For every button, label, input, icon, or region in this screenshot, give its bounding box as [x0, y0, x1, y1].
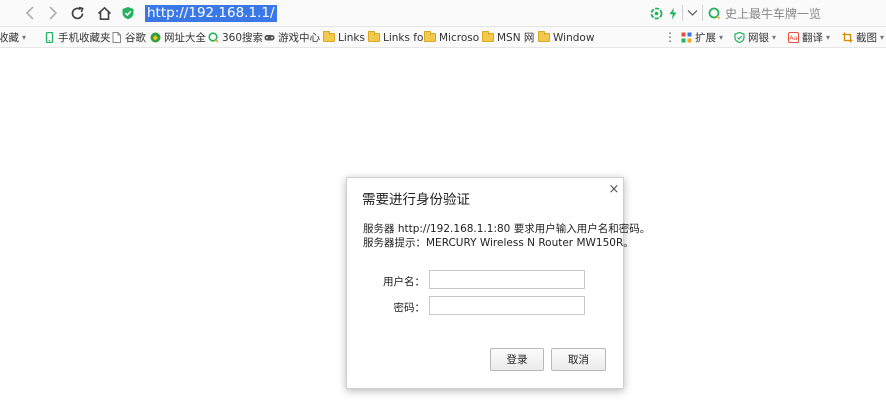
so-search-icon: [708, 7, 721, 19]
bookmark-label: 手机收藏夹: [58, 32, 111, 44]
password-input[interactable]: [429, 296, 585, 315]
dialog-title: 需要进行身份验证: [362, 192, 470, 208]
chevron-down-icon[interactable]: [687, 9, 698, 17]
bookmarks-bar: 收藏 ▾ 手机收藏夹 谷歌 网址大全 360搜索 游戏中心 Links Links…: [0, 27, 886, 48]
gamepad-icon: [264, 35, 275, 41]
chevron-down-icon: ▾: [22, 33, 27, 42]
extension-label: 翻译: [802, 32, 823, 44]
online-bank-icon: [734, 32, 745, 43]
extension-label: 截图: [856, 32, 877, 44]
password-label: 密码：: [393, 302, 426, 314]
bookmark-label: MSN 网: [497, 32, 535, 44]
bookmark-label: 360搜索: [222, 32, 264, 44]
so-search-icon: [208, 32, 219, 43]
chevron-down-icon: ▾: [826, 33, 831, 42]
auth-dialog: 需要进行身份验证 × 服务器 http://192.168.1.1:80 要求用…: [346, 177, 650, 389]
online-bank-button[interactable]: 网银 ▾: [734, 30, 776, 45]
server-hint-text: 服务器提示：MERCURY Wireless N Router MW150R。: [363, 237, 634, 249]
screenshot-button[interactable]: 截图 ▾: [842, 30, 884, 45]
home-icon: [97, 6, 111, 20]
search-input[interactable]: 史上最牛车牌一览: [708, 4, 886, 22]
bookmark-msn[interactable]: MSN 网: [482, 30, 534, 45]
home-button[interactable]: [94, 4, 114, 22]
username-input[interactable]: [429, 270, 585, 289]
forward-button[interactable]: [43, 4, 63, 22]
folder-icon: [538, 31, 550, 42]
shield-icon: [122, 7, 134, 20]
back-button[interactable]: [20, 4, 40, 22]
lightning-icon[interactable]: [668, 7, 678, 20]
chevron-right-icon: [49, 6, 58, 20]
close-icon[interactable]: ×: [607, 183, 621, 197]
security-check-icon[interactable]: [650, 7, 663, 20]
site-nav-icon: [150, 32, 161, 43]
screenshot-icon: [842, 32, 853, 43]
bookmark-site-nav[interactable]: 网址大全: [150, 30, 206, 45]
bookmark-label: Links: [338, 31, 365, 44]
folder-icon: [323, 31, 335, 42]
bookmark-label: 谷歌: [125, 32, 146, 44]
chevron-left-icon: [25, 6, 34, 20]
svg-text:Aa: Aa: [789, 34, 797, 42]
separator: [702, 5, 703, 21]
address-bar[interactable]: http://192.168.1.1/: [121, 3, 701, 23]
url-text[interactable]: http://192.168.1.1/: [145, 4, 277, 22]
extension-label: 网银: [748, 32, 769, 44]
bookmark-mobile-favorites[interactable]: 手机收藏夹: [44, 30, 111, 45]
extension-label: 扩展: [695, 32, 716, 44]
bookmark-microsoft[interactable]: Microso: [424, 30, 479, 45]
reload-button[interactable]: [67, 4, 87, 22]
folder-icon: [368, 31, 380, 42]
extensions-button[interactable]: 扩展 ▾: [681, 30, 723, 45]
reload-icon: [71, 6, 84, 19]
bookmark-label: 收藏: [0, 32, 19, 44]
bookmark-label: Microso: [439, 31, 480, 44]
chevron-down-icon: ▾: [719, 33, 724, 42]
bookmark-label: 网址大全: [164, 32, 206, 44]
browser-toolbar: http://192.168.1.1/ 史上最牛车牌一览: [0, 0, 886, 27]
server-request-text: 服务器 http://192.168.1.1:80 要求用户输入用户名和密码。: [363, 223, 651, 235]
translate-icon: Aa: [788, 32, 799, 43]
login-button[interactable]: 登录: [490, 348, 544, 371]
chevron-down-icon: ▾: [772, 33, 777, 42]
dialog-message: 服务器 http://192.168.1.1:80 要求用户输入用户名和密码。 …: [363, 222, 650, 250]
bookmark-game-center[interactable]: 游戏中心: [264, 30, 320, 45]
more-bookmarks-icon[interactable]: ⋮: [664, 30, 676, 44]
bookmark-windows[interactable]: Window: [538, 30, 594, 45]
bookmark-label: Window: [553, 31, 595, 44]
folder-icon: [424, 31, 436, 42]
cancel-button[interactable]: 取消: [551, 348, 606, 371]
search-placeholder: 史上最牛车牌一览: [725, 6, 822, 21]
bookmark-google[interactable]: 谷歌: [111, 30, 146, 45]
chevron-down-icon: ▾: [880, 33, 885, 42]
address-bar-actions: [650, 4, 707, 22]
bookmark-360-search[interactable]: 360搜索: [208, 30, 263, 45]
bookmark-favorites[interactable]: 收藏 ▾: [0, 30, 26, 45]
bookmark-links-for[interactable]: Links fo: [368, 30, 423, 45]
phone-icon: [45, 32, 54, 43]
folder-icon: [482, 31, 494, 42]
translate-button[interactable]: Aa 翻译 ▾: [788, 30, 830, 45]
separator: [682, 5, 683, 21]
bookmark-links[interactable]: Links: [323, 30, 365, 45]
page-icon: [112, 32, 121, 43]
username-label: 用户名：: [383, 276, 425, 288]
bookmark-label: 游戏中心: [278, 32, 320, 44]
extensions-icon: [681, 32, 692, 43]
bookmark-label: Links fo: [383, 31, 424, 44]
